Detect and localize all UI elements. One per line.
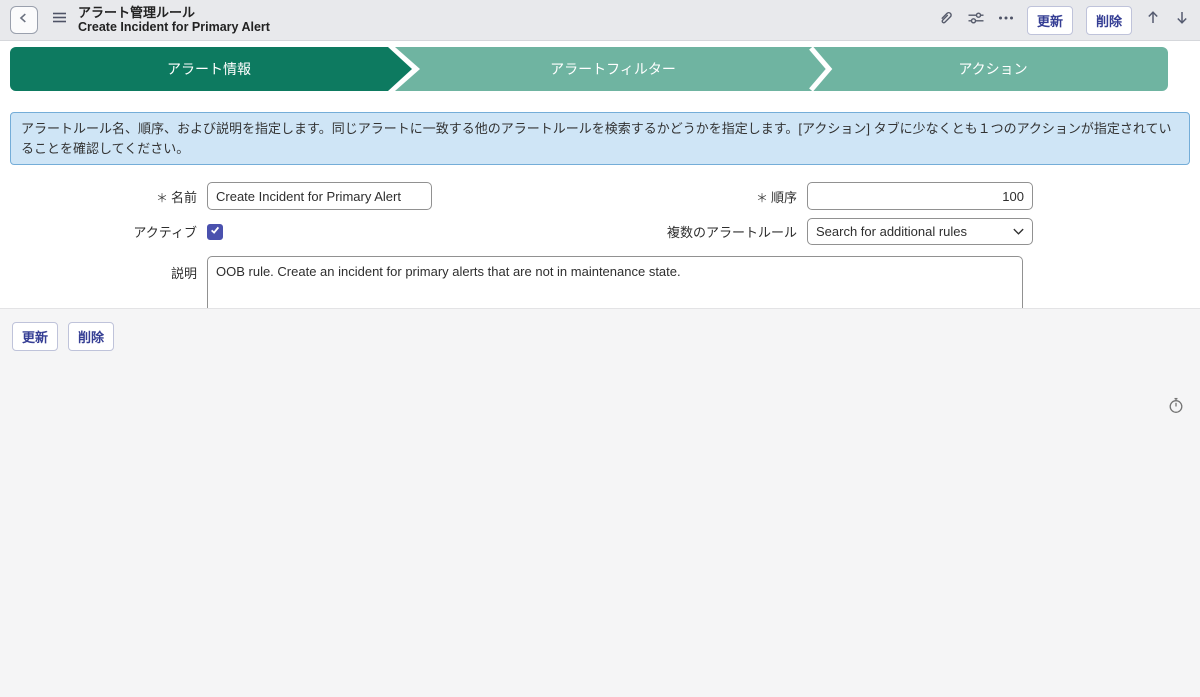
description-textarea[interactable]: OOB rule. Create an incident for primary… <box>207 256 1023 313</box>
title-block: アラート管理ルール Create Incident for Primary Al… <box>78 5 270 35</box>
multiple-rules-label: 複数のアラートルール <box>667 222 797 241</box>
check-icon <box>209 223 221 241</box>
tab-action[interactable]: アクション <box>818 47 1168 91</box>
info-message-banner: アラートルール名、順序、および説明を指定します。同じアラートに一致する他のアラー… <box>10 112 1190 165</box>
form-content: アラート情報 アラートフィルター アクション アラートルール名、順序、および説明… <box>0 41 1200 308</box>
wizard-tab-strip: アラート情報 アラートフィルター アクション <box>10 47 1168 91</box>
required-asterisk: ＊ <box>156 191 168 205</box>
arrow-up-icon <box>1145 9 1161 31</box>
order-input[interactable] <box>807 182 1033 210</box>
personalize-form-button[interactable] <box>967 10 985 31</box>
tab-alert-filter[interactable]: アラートフィルター <box>408 47 818 91</box>
form-context-menu-button[interactable] <box>52 11 67 29</box>
name-input[interactable] <box>207 182 432 210</box>
row-description: 説明 OOB rule. Create an incident for prim… <box>0 256 1200 313</box>
page-title: アラート管理ルール <box>78 5 270 20</box>
ellipsis-icon <box>998 10 1014 31</box>
form-header: アラート管理ルール Create Incident for Primary Al… <box>0 0 1200 41</box>
active-checkbox[interactable] <box>207 224 223 240</box>
header-actions: 更新 削除 <box>938 6 1190 35</box>
update-button-footer[interactable]: 更新 <box>12 322 58 351</box>
form-fields: ＊名前 ＊順序 アクティブ 複数のアラートルール <box>0 182 1200 313</box>
response-timer-icon[interactable] <box>1168 397 1184 419</box>
delete-button[interactable]: 削除 <box>1086 6 1132 35</box>
hamburger-icon <box>52 11 67 29</box>
chevron-left-icon <box>17 11 31 30</box>
arrow-down-icon <box>1174 9 1190 31</box>
tab-labels: アラート情報 アラートフィルター アクション <box>10 47 1168 91</box>
record-subtitle: Create Incident for Primary Alert <box>78 20 270 35</box>
order-label: ＊順序 <box>756 187 797 206</box>
active-label: アクティブ <box>0 222 197 241</box>
row-name-order: ＊名前 ＊順序 <box>0 182 1200 210</box>
description-label: 説明 <box>0 256 197 282</box>
row-active-multiple: アクティブ 複数のアラートルール Search for additional r… <box>0 218 1200 245</box>
required-asterisk: ＊ <box>756 191 768 205</box>
tab-alert-information[interactable]: アラート情報 <box>10 47 408 91</box>
alert-rule-form-page: アラート管理ルール Create Incident for Primary Al… <box>0 0 1200 697</box>
form-footer: 更新 削除 <box>0 308 1200 697</box>
attachment-button[interactable] <box>938 10 954 31</box>
paperclip-icon <box>938 10 954 31</box>
delete-button-footer[interactable]: 削除 <box>68 322 114 351</box>
previous-record-button[interactable] <box>1145 9 1161 31</box>
name-label: ＊名前 <box>0 187 197 206</box>
footer-buttons: 更新 削除 <box>0 309 1200 351</box>
multiple-rules-select[interactable]: Search for additional rules <box>807 218 1033 245</box>
next-record-button[interactable] <box>1174 9 1190 31</box>
more-options-button[interactable] <box>998 10 1014 31</box>
sliders-icon <box>967 10 985 31</box>
back-button[interactable] <box>10 6 38 34</box>
update-button[interactable]: 更新 <box>1027 6 1073 35</box>
